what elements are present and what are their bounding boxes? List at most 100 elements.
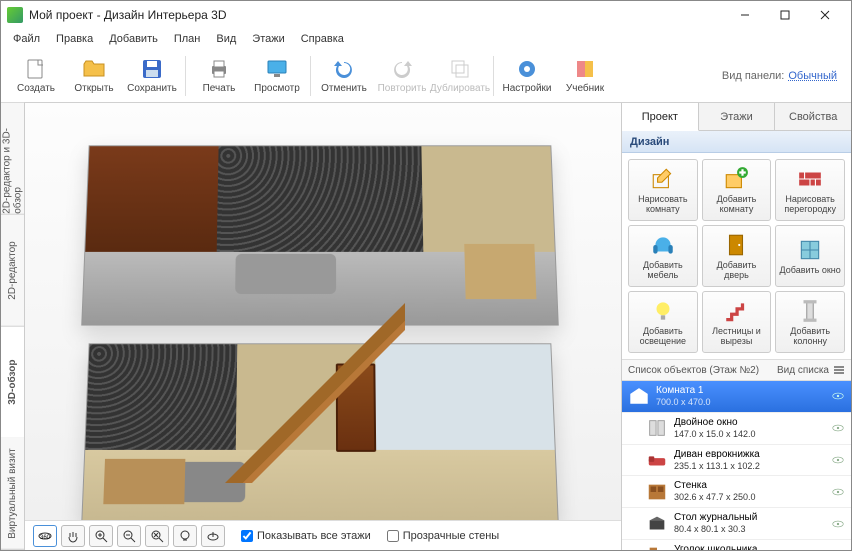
separator [185, 56, 186, 96]
separator [493, 56, 494, 96]
tab-properties[interactable]: Свойства [775, 103, 851, 130]
redo-icon [390, 57, 414, 81]
object-item[interactable]: Стенка302.6 x 47.7 x 250.0 [622, 476, 851, 508]
save-button[interactable]: Сохранить [123, 52, 181, 100]
menu-add[interactable]: Добавить [101, 31, 166, 47]
printer-icon [207, 57, 231, 81]
zoom-in-button[interactable] [89, 525, 113, 547]
zoom-fit-button[interactable] [145, 525, 169, 547]
close-button[interactable] [805, 2, 845, 28]
zoom-in-icon [94, 529, 108, 543]
preview-button[interactable]: Просмотр [248, 52, 306, 100]
add-column-button[interactable]: Добавить колонну [775, 291, 845, 353]
gear-icon [515, 57, 539, 81]
pan-button[interactable] [61, 525, 85, 547]
bulb-icon [178, 529, 192, 543]
tab-project[interactable]: Проект [622, 103, 699, 131]
transparent-walls-check[interactable]: Прозрачные стены [387, 530, 499, 542]
add-furniture-button[interactable]: Добавить мебель [628, 225, 698, 287]
add-room-button[interactable]: Добавить комнату [702, 159, 772, 221]
show-all-floors-check[interactable]: Показывать все этажи [241, 530, 371, 542]
undo-button[interactable]: Отменить [315, 52, 373, 100]
titlebar: Мой проект - Дизайн Интерьера 3D [1, 1, 851, 29]
view-panel-link[interactable]: Обычный [788, 70, 837, 82]
view-panel-label: Вид панели:Обычный [722, 70, 845, 82]
object-item[interactable]: Комната 1700.0 x 470.0 [622, 381, 851, 413]
book-icon [573, 57, 597, 81]
orbit-icon: 360 [37, 529, 53, 543]
menu-file[interactable]: Файл [5, 31, 48, 47]
monitor-icon [265, 57, 289, 81]
object-item[interactable]: Стол журнальный80.4 x 80.1 x 30.3 [622, 508, 851, 540]
print-button[interactable]: Печать [190, 52, 248, 100]
right-tabs: Проект Этажи Свойства [622, 103, 851, 131]
draw-partition-button[interactable]: Нарисовать перегородку [775, 159, 845, 221]
object-icon [628, 385, 650, 407]
tutorial-button[interactable]: Учебник [556, 52, 614, 100]
hand-icon [66, 529, 80, 543]
vtab-2d3d[interactable]: 2D-редактор и 3D-обзор [1, 103, 24, 215]
settings-button[interactable]: Настройки [498, 52, 556, 100]
stairs-icon [723, 298, 749, 324]
window-icon [797, 237, 823, 263]
menu-plan[interactable]: План [166, 31, 209, 47]
visibility-icon[interactable] [831, 485, 845, 499]
visibility-icon[interactable] [831, 453, 845, 467]
app-icon [7, 7, 23, 23]
new-file-icon [24, 57, 48, 81]
menu-help[interactable]: Справка [293, 31, 352, 47]
add-room-icon [723, 166, 749, 192]
zoom-out-icon [122, 529, 136, 543]
menu-floors[interactable]: Этажи [244, 31, 292, 47]
object-list: Комната 1700.0 x 470.0Двойное окно147.0 … [622, 381, 851, 550]
separator [310, 56, 311, 96]
orbit-360-button[interactable]: 360 [33, 525, 57, 547]
menubar: Файл Правка Добавить План Вид Этажи Спра… [1, 29, 851, 49]
zoom-out-button[interactable] [117, 525, 141, 547]
light-toggle-button[interactable] [173, 525, 197, 547]
visibility-icon[interactable] [831, 389, 845, 403]
door-icon [723, 232, 749, 258]
add-window-button[interactable]: Добавить окно [775, 225, 845, 287]
stairs-button[interactable]: Лестницы и вырезы [702, 291, 772, 353]
zoom-fit-icon [150, 529, 164, 543]
3d-canvas[interactable] [25, 103, 621, 520]
svg-text:360: 360 [40, 535, 51, 541]
object-icon [646, 449, 668, 471]
object-item[interactable]: Диван еврокнижка235.1 x 113.1 x 102.2 [622, 445, 851, 477]
view-toolbar: 360 Показывать все этажи Прозрачные стен… [25, 520, 621, 550]
vtab-virtual[interactable]: Виртуальный визит [1, 438, 24, 550]
object-icon [646, 544, 668, 550]
add-door-button[interactable]: Добавить дверь [702, 225, 772, 287]
maximize-button[interactable] [765, 2, 805, 28]
vtab-2d[interactable]: 2D-редактор [1, 215, 24, 327]
camera-icon [206, 529, 220, 543]
create-button[interactable]: Создать [7, 52, 65, 100]
visibility-icon[interactable] [831, 517, 845, 531]
vtab-3d[interactable]: 3D-обзор [1, 327, 24, 439]
open-button[interactable]: Открыть [65, 52, 123, 100]
object-item[interactable]: Двойное окно147.0 x 15.0 x 142.0 [622, 413, 851, 445]
column-icon [797, 298, 823, 324]
viewport: 360 Показывать все этажи Прозрачные стен… [25, 103, 621, 550]
draw-room-button[interactable]: Нарисовать комнату [628, 159, 698, 221]
camera-reset-button[interactable] [201, 525, 225, 547]
list-view-icon[interactable] [833, 364, 845, 376]
save-icon [140, 57, 164, 81]
menu-edit[interactable]: Правка [48, 31, 101, 47]
right-panel: Проект Этажи Свойства Дизайн Нарисовать … [621, 103, 851, 550]
object-icon [646, 417, 668, 439]
menu-view[interactable]: Вид [208, 31, 244, 47]
tab-floors[interactable]: Этажи [699, 103, 776, 130]
minimize-button[interactable] [725, 2, 765, 28]
add-lighting-button[interactable]: Добавить освещение [628, 291, 698, 353]
object-icon [646, 481, 668, 503]
visibility-icon[interactable] [831, 548, 845, 550]
duplicate-icon [448, 57, 472, 81]
undo-icon [332, 57, 356, 81]
redo-button[interactable]: Повторить [373, 52, 431, 100]
visibility-icon[interactable] [831, 421, 845, 435]
toolbar: Создать Открыть Сохранить Печать Просмот… [1, 49, 851, 103]
duplicate-button[interactable]: Дублировать [431, 52, 489, 100]
object-item[interactable]: Уголок школьника197.6 x 48.7 x 173.0 [622, 540, 851, 550]
